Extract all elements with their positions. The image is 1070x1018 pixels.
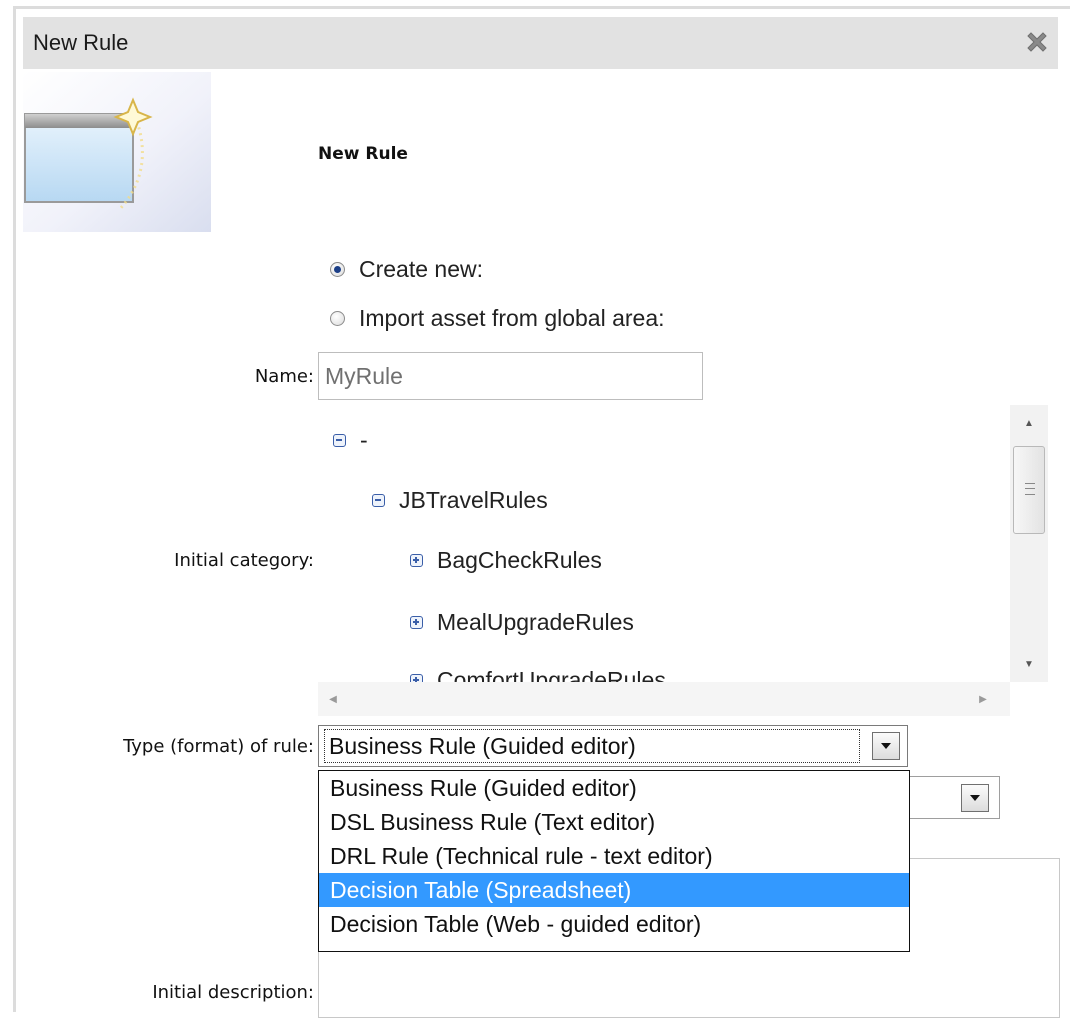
rule-type-label: Type (format) of rule: [123,736,314,757]
tree-node-bagcheckrules[interactable]: BagCheckRules [410,547,602,574]
initial-description-label: Initial description: [152,982,314,1003]
dropdown-option[interactable]: Decision Table (Web - guided editor) [319,907,909,941]
scroll-right-icon[interactable]: ▶ [968,682,998,716]
import-asset-label: Import asset from global area: [359,304,665,331]
rule-type-select[interactable]: Business Rule (Guided editor) [318,725,908,767]
initial-category-label: Initial category: [174,550,314,571]
expand-icon[interactable] [410,554,423,567]
scroll-down-icon[interactable]: ▼ [1010,646,1048,682]
tree-node-root[interactable]: - [333,427,368,454]
wizard-header-title: New Rule [318,144,408,164]
tree-node-label: MealUpgradeRules [437,609,634,635]
close-icon[interactable] [1022,27,1052,57]
collapse-icon[interactable] [333,434,346,447]
scroll-thumb[interactable] [1013,446,1045,534]
tree-node-label: ComfortUpgradeRules [437,667,666,682]
expand-icon[interactable] [410,674,423,682]
new-window-wizard-icon [23,72,211,232]
scroll-up-icon[interactable]: ▲ [1010,405,1048,441]
dropdown-option[interactable]: DRL Rule (Technical rule - text editor) [319,839,909,873]
name-field[interactable] [318,352,703,400]
dropdown-option[interactable]: Business Rule (Guided editor) [319,771,909,805]
tree-horizontal-scrollbar[interactable]: ◀ ▶ [318,682,1010,716]
import-asset-radio[interactable] [330,310,345,326]
tree-node-jbtravelrules[interactable]: JBTravelRules [372,487,548,514]
rule-type-dropdown-list: Business Rule (Guided editor) DSL Busine… [318,770,910,952]
create-new-label: Create new: [359,255,484,282]
import-asset-option[interactable]: Import asset from global area: [330,302,665,334]
tree-node-label: - [360,427,368,453]
chevron-down-icon[interactable] [961,784,989,812]
dialog-title-bar: New Rule [23,17,1058,69]
name-label: Name: [254,366,314,387]
create-new-radio[interactable] [330,261,345,277]
create-new-option[interactable]: Create new: [330,253,483,285]
collapse-icon[interactable] [372,494,385,507]
category-tree: - JBTravelRules BagCheckRules MealUpgrad… [318,405,1010,682]
tree-node-comfortupgraderules[interactable]: ComfortUpgradeRules [410,667,666,682]
tree-node-label: BagCheckRules [437,547,602,573]
scroll-left-icon[interactable]: ◀ [318,682,348,716]
tree-vertical-scrollbar[interactable]: ▲ ▼ [1010,405,1048,682]
dialog-title: New Rule [33,30,129,55]
expand-icon[interactable] [410,616,423,629]
chevron-down-icon[interactable] [872,732,900,760]
dropdown-option-highlighted[interactable]: Decision Table (Spreadsheet) [319,873,909,907]
tree-node-mealupgraderules[interactable]: MealUpgradeRules [410,609,634,636]
tree-node-label: JBTravelRules [399,487,548,513]
rule-type-selected-value: Business Rule (Guided editor) [324,729,860,763]
dropdown-option[interactable]: DSL Business Rule (Text editor) [319,805,909,839]
